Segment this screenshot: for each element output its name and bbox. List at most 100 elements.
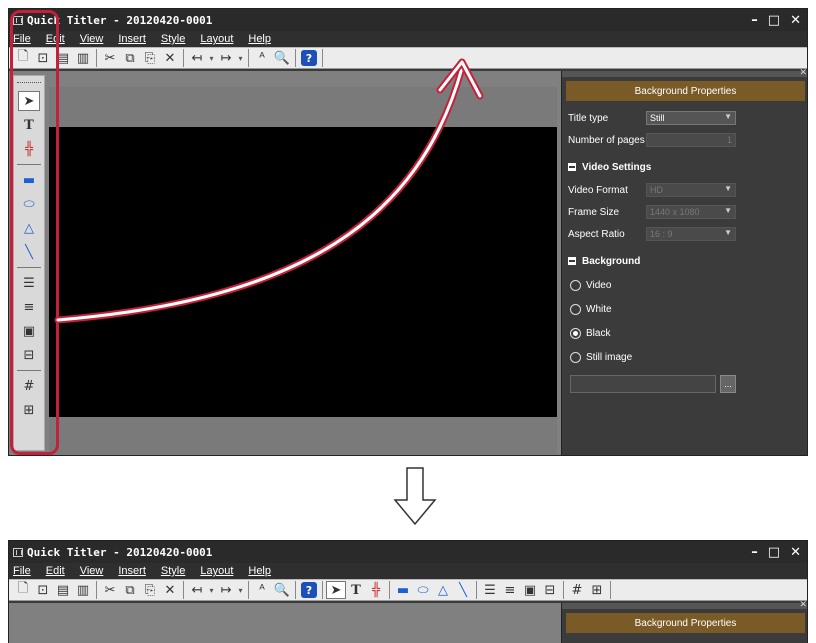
toolbar-separator bbox=[295, 581, 296, 599]
panel-close-icon[interactable]: ✕ bbox=[799, 599, 807, 610]
menu-view[interactable]: View bbox=[80, 33, 104, 45]
toolbar-separator bbox=[389, 581, 390, 599]
open-icon[interactable]: ⊡ bbox=[33, 581, 53, 599]
panel-header: Background Properties bbox=[566, 81, 805, 101]
text-tool-icon[interactable]: T bbox=[346, 581, 366, 599]
aspect-ratio-select[interactable]: 16 : 9 ▼ bbox=[646, 227, 736, 241]
undo-icon[interactable]: ↤ bbox=[187, 581, 207, 599]
distribute-icon[interactable]: ≡ bbox=[500, 581, 520, 599]
save-as-icon[interactable]: ▥ bbox=[73, 49, 93, 67]
group-icon[interactable]: ▣ bbox=[520, 581, 540, 599]
radio-black[interactable]: Black bbox=[562, 321, 807, 345]
radio-still-image[interactable]: Still image bbox=[562, 345, 807, 369]
paste-icon[interactable]: ⎘ bbox=[140, 581, 160, 599]
spellcheck-icon[interactable]: ᴬ bbox=[252, 581, 272, 599]
grid-icon[interactable]: # bbox=[567, 581, 587, 599]
panel-grip[interactable]: ✕ bbox=[562, 599, 807, 609]
aspect-ratio-value: 16 : 9 bbox=[650, 229, 673, 239]
menu-bar: File Edit View Insert Style Layout Help bbox=[9, 563, 807, 579]
collapse-icon bbox=[568, 257, 576, 265]
copy-icon[interactable]: ⧉ bbox=[120, 49, 140, 67]
pages-row: Number of pages 1 bbox=[562, 129, 807, 151]
menu-insert[interactable]: Insert bbox=[118, 33, 146, 45]
frame-size-label: Frame Size bbox=[568, 206, 620, 218]
radio-white-label: White bbox=[586, 303, 612, 315]
aspect-ratio-row: Aspect Ratio 16 : 9 ▼ bbox=[562, 223, 807, 245]
menu-view[interactable]: View bbox=[80, 565, 104, 577]
image-tool-icon[interactable]: ╬ bbox=[366, 581, 386, 599]
menu-help[interactable]: Help bbox=[248, 565, 271, 577]
browse-button[interactable]: ... bbox=[720, 375, 736, 393]
paste-icon[interactable]: ⎘ bbox=[140, 49, 160, 67]
redo-icon[interactable]: ↦ bbox=[216, 581, 236, 599]
close-button[interactable]: ✕ bbox=[790, 13, 801, 28]
title-type-select[interactable]: Still ▼ bbox=[646, 111, 736, 125]
redo-dropdown-icon[interactable]: ▾ bbox=[236, 581, 245, 599]
redo-icon[interactable]: ↦ bbox=[216, 49, 236, 67]
title-bar: Quick Titler - 20120420-0001 – □ ✕ bbox=[9, 541, 807, 563]
pages-input[interactable]: 1 bbox=[646, 133, 736, 147]
find-replace-icon[interactable]: 🔍 bbox=[272, 49, 292, 67]
panel-header: Background Properties bbox=[566, 613, 805, 633]
title-type-label: Title type bbox=[568, 112, 609, 124]
line-tool-icon[interactable]: ╲ bbox=[453, 581, 473, 599]
copy-icon[interactable]: ⧉ bbox=[120, 581, 140, 599]
selection-tool-icon[interactable]: ➤ bbox=[326, 581, 346, 599]
menu-edit[interactable]: Edit bbox=[46, 565, 65, 577]
redo-dropdown-icon[interactable]: ▾ bbox=[236, 49, 245, 67]
minimize-button[interactable]: – bbox=[751, 545, 758, 560]
menu-layout[interactable]: Layout bbox=[200, 565, 233, 577]
background-section-label: Background bbox=[582, 255, 641, 267]
menu-help[interactable]: Help bbox=[248, 33, 271, 45]
radio-white[interactable]: White bbox=[562, 297, 807, 321]
radio-still-label: Still image bbox=[586, 351, 633, 363]
undo-dropdown-icon[interactable]: ▾ bbox=[207, 49, 216, 67]
align-icon[interactable]: ☰ bbox=[480, 581, 500, 599]
undo-dropdown-icon[interactable]: ▾ bbox=[207, 581, 216, 599]
new-icon[interactable]: 🗋 bbox=[13, 581, 33, 599]
toolbar-separator bbox=[476, 581, 477, 599]
background-section[interactable]: Background bbox=[562, 249, 807, 273]
pages-label: Number of pages bbox=[568, 134, 645, 146]
menu-layout[interactable]: Layout bbox=[200, 33, 233, 45]
maximize-button[interactable]: □ bbox=[768, 13, 780, 28]
triangle-tool-icon[interactable]: △ bbox=[433, 581, 453, 599]
rectangle-tool-icon[interactable]: ▬ bbox=[393, 581, 413, 599]
workspace bbox=[9, 603, 561, 643]
delete-icon[interactable]: ✕ bbox=[160, 581, 180, 599]
toolbar-separator bbox=[248, 49, 249, 67]
video-format-select[interactable]: HD ▼ bbox=[646, 183, 736, 197]
spellcheck-icon[interactable]: ᴬ bbox=[252, 49, 272, 67]
table-icon[interactable]: ⊞ bbox=[587, 581, 607, 599]
minimize-button[interactable]: – bbox=[751, 13, 758, 28]
save-icon[interactable]: ▤ bbox=[53, 581, 73, 599]
panel-grip[interactable]: ✕ bbox=[562, 67, 807, 77]
delete-icon[interactable]: ✕ bbox=[160, 49, 180, 67]
video-settings-section[interactable]: Video Settings bbox=[562, 155, 807, 179]
background-properties-panel: ✕ Background Properties Title type Still… bbox=[561, 67, 807, 455]
close-button[interactable]: ✕ bbox=[790, 545, 801, 560]
menu-insert[interactable]: Insert bbox=[118, 565, 146, 577]
cut-icon[interactable]: ✂ bbox=[100, 581, 120, 599]
help-icon[interactable]: ? bbox=[301, 50, 317, 66]
radio-video[interactable]: Video bbox=[562, 273, 807, 297]
undo-icon[interactable]: ↤ bbox=[187, 49, 207, 67]
cut-icon[interactable]: ✂ bbox=[100, 49, 120, 67]
ellipse-tool-icon[interactable]: ⬭ bbox=[413, 581, 433, 599]
menu-style[interactable]: Style bbox=[161, 565, 185, 577]
find-replace-icon[interactable]: 🔍 bbox=[272, 581, 292, 599]
help-icon[interactable]: ? bbox=[301, 582, 317, 598]
save-as-icon[interactable]: ▥ bbox=[73, 581, 93, 599]
frame-size-select[interactable]: 1440 x 1080 ▼ bbox=[646, 205, 736, 219]
maximize-button[interactable]: □ bbox=[768, 545, 780, 560]
menu-style[interactable]: Style bbox=[161, 33, 185, 45]
arrange-icon[interactable]: ⊟ bbox=[540, 581, 560, 599]
background-properties-panel: ✕ Background Properties bbox=[561, 599, 807, 643]
menu-file[interactable]: File bbox=[13, 565, 31, 577]
still-image-path-input[interactable] bbox=[570, 375, 716, 393]
panel-close-icon[interactable]: ✕ bbox=[799, 67, 807, 78]
title-type-value: Still bbox=[650, 113, 665, 123]
chevron-down-icon: ▼ bbox=[724, 228, 732, 237]
quick-titler-window-before: Quick Titler - 20120420-0001 – □ ✕ File … bbox=[8, 8, 808, 456]
title-canvas[interactable] bbox=[49, 127, 557, 417]
